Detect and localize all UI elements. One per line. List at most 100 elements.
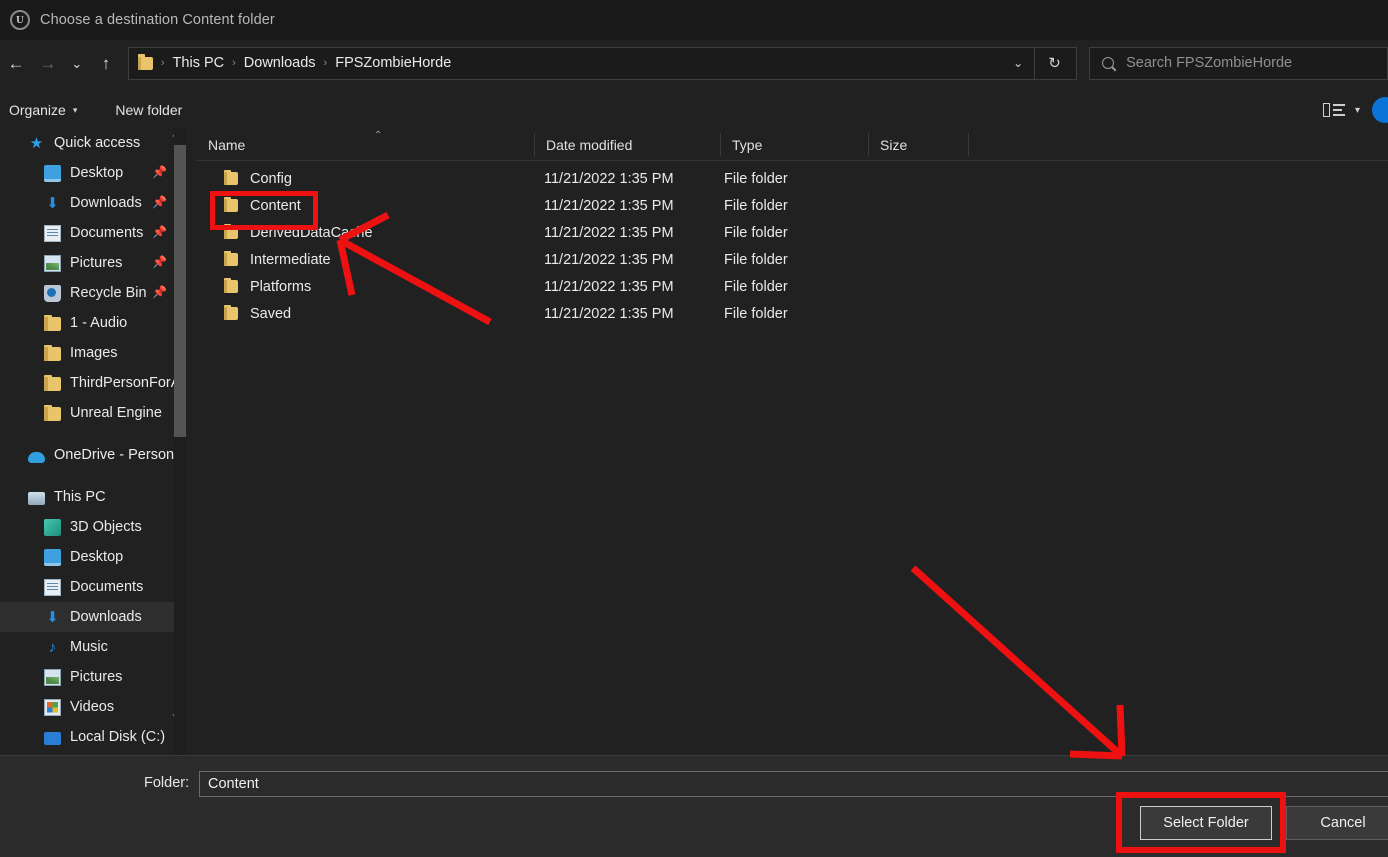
table-row[interactable]: Intermediate 11/21/2022 1:35 PM File folde… [196,246,1388,273]
sidebar-item-label: Recycle Bin [70,285,147,301]
select-folder-button[interactable]: Select Folder [1140,806,1272,840]
column-headers: Name ⌃ Date modified Type Size [196,128,1388,161]
up-icon[interactable]: ↑ [90,47,122,79]
sidebar-item-this-pc[interactable]: This PC [0,482,175,512]
sidebar-item-label: Documents [70,225,144,241]
new-folder-label: New folder [115,102,183,118]
sidebar-item-images[interactable]: Images [0,338,175,368]
sidebar-item-desktop[interactable]: Desktop [0,542,175,572]
search-input[interactable]: Search FPSZombieHorde [1089,46,1388,80]
cancel-button[interactable]: Cancel [1286,806,1388,840]
date-modified-cell: 11/21/2022 1:35 PM [544,305,674,322]
date-modified-cell: 11/21/2022 1:35 PM [544,197,674,214]
sidebar-item-label: This PC [54,489,106,505]
refresh-icon[interactable]: ↻ [1034,47,1074,79]
column-divider[interactable] [968,133,969,156]
window-title: Choose a destination Content folder [40,12,275,28]
column-header-date-modified[interactable]: Date modified [534,128,720,161]
organize-button[interactable]: Organize ▾ [0,102,86,118]
sidebar-scrollbar-thumb[interactable] [174,145,186,437]
sidebar-item-pictures[interactable]: Pictures 📌 [0,248,175,278]
sidebar-item-label: 3D Objects [70,519,142,535]
folder-icon [44,315,61,331]
file-name-cell[interactable]: Content [224,192,301,219]
sidebar-item-recycle-bin[interactable]: Recycle Bin 📌 [0,278,175,308]
sidebar-item-label: Desktop [70,165,124,181]
sidebar-item-label: Videos [70,699,115,715]
file-name-label: Saved [250,305,292,322]
downloads-icon: ⬇ [46,608,59,626]
sidebar-item-unreal-engine[interactable]: Unreal Engine [0,398,175,428]
table-row[interactable]: Saved 11/21/2022 1:35 PM File folder [196,300,1388,327]
file-name-cell[interactable]: Intermediate [224,246,331,273]
sidebar-item-1-audio[interactable]: 1 - Audio [0,308,175,338]
sidebar-item-downloads[interactable]: ⬇ Downloads 📌 [0,188,175,218]
file-name-cell[interactable]: DerivedDataCache [224,219,373,246]
column-header-type[interactable]: Type [720,128,868,161]
sidebar-item-quick-access[interactable]: ★ Quick access [0,128,175,158]
table-row[interactable]: Content 11/21/2022 1:35 PM File folder [196,192,1388,219]
sidebar-group-separator [0,428,175,440]
sidebar-group-separator [0,470,175,482]
sidebar-item-pictures[interactable]: Pictures [0,662,175,692]
back-icon[interactable]: ← [0,47,32,79]
forward-icon[interactable]: → [32,47,64,79]
file-list[interactable]: Config 11/21/2022 1:35 PM File folder Conte… [196,165,1388,755]
breadcrumb-item-this-pc[interactable]: This PC [173,55,225,71]
new-folder-button[interactable]: New folder [106,102,191,118]
file-name-label: Intermediate [250,251,331,268]
sidebar-item-thirdpersonfora[interactable]: ThirdPersonForA [0,368,175,398]
sidebar-item-downloads[interactable]: ⬇ Downloads [0,602,175,632]
sidebar-item-local-disk-c[interactable]: Local Disk (C:) [0,722,175,752]
breadcrumb-separator: › [160,57,165,69]
file-name-label: Platforms [250,278,312,295]
sidebar-item-label: Desktop [70,549,124,565]
breadcrumb-item-fpszombiehorde[interactable]: FPSZombieHorde [335,55,451,71]
documents-icon [44,578,61,596]
help-icon[interactable] [1372,97,1388,123]
column-divider[interactable] [534,133,535,156]
sidebar-item-3d-objects[interactable]: 3D Objects [0,512,175,542]
file-name-cell[interactable]: Config [224,165,292,192]
sidebar-item-videos[interactable]: Videos [0,692,175,722]
file-name-cell[interactable]: Platforms [224,273,311,300]
column-header-name[interactable]: Name [196,128,534,161]
this-pc-icon [28,492,45,505]
pin-icon[interactable]: 📌 [152,166,167,178]
breadcrumb-item-downloads[interactable]: Downloads [244,55,316,71]
column-divider[interactable] [720,133,721,156]
view-options-icon[interactable] [1322,102,1345,118]
documents-icon [44,224,61,242]
sidebar-item-music[interactable]: ♪ Music [0,632,175,662]
sidebar-item-documents[interactable]: Documents [0,572,175,602]
pin-icon[interactable]: 📌 [152,226,167,238]
desktop-icon [44,164,61,182]
sidebar-item-label: 1 - Audio [70,315,128,331]
breadcrumb[interactable]: › This PC › Downloads › FPSZombieHorde ⌄… [127,46,1078,80]
navigation-pane[interactable]: ★ Quick access Desktop 📌 ⬇ Downloads 📌 Document… [0,128,175,755]
folder-name-input[interactable]: Content [199,771,1388,797]
star-icon: ★ [29,134,44,152]
view-chevron-down-icon[interactable]: ▾ [1355,105,1360,116]
date-modified-cell: 11/21/2022 1:35 PM [544,170,674,187]
folder-icon [224,223,238,239]
sidebar-item-desktop[interactable]: Desktop 📌 [0,158,175,188]
breadcrumb-chevron-down-icon[interactable]: ⌄ [1004,48,1032,79]
sidebar-item-documents[interactable]: Documents 📌 [0,218,175,248]
file-name-label: DerivedDataCache [250,224,373,241]
sidebar-item-onedrive-person[interactable]: OneDrive - Person [0,440,175,470]
column-divider[interactable] [868,133,869,156]
sidebar-item-label: OneDrive - Person [54,447,175,463]
pin-icon[interactable]: 📌 [152,196,167,208]
table-row[interactable]: Config 11/21/2022 1:35 PM File folder [196,165,1388,192]
pin-icon[interactable]: 📌 [152,286,167,298]
pin-icon[interactable]: 📌 [152,256,167,268]
file-name-cell[interactable]: Saved [224,300,291,327]
table-row[interactable]: DerivedDataCache 11/21/2022 1:35 PM File f… [196,219,1388,246]
column-header-size[interactable]: Size [868,128,968,161]
recent-locations-chevron-down-icon[interactable]: ⌄ [64,47,90,79]
title-bar: U Choose a destination Content folder [0,0,1388,40]
table-row[interactable]: Platforms 11/21/2022 1:35 PM File folder [196,273,1388,300]
chevron-down-icon: ▾ [72,104,78,115]
pictures-icon [44,668,61,686]
